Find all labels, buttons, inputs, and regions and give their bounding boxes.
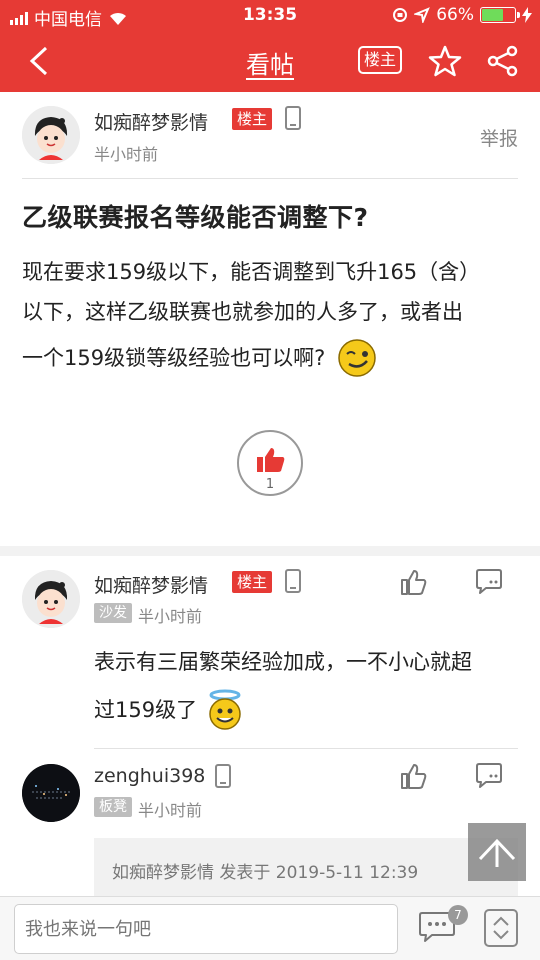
back-to-top-button[interactable] xyxy=(468,823,526,881)
like-count: 1 xyxy=(265,477,275,492)
avatar[interactable] xyxy=(22,764,80,822)
post-body-line: 现在要求159级以下，能否调整到飞升165（含） xyxy=(22,260,481,284)
charging-icon xyxy=(522,7,532,23)
angel-emoji-icon xyxy=(209,689,241,730)
reply-time: 半小时前 xyxy=(138,801,203,820)
post-body-last-line: 一个159级锁等级经验也可以啊? xyxy=(22,338,518,378)
floor-tag: 沙发 xyxy=(94,603,132,623)
comment-icon[interactable] xyxy=(474,761,504,791)
report-button[interactable]: 举报 xyxy=(480,124,518,151)
owner-only-button[interactable]: 楼主 xyxy=(358,46,402,74)
reply-content: 表示有三届繁荣经验加成，一不小心就超 过159级了 xyxy=(94,638,472,734)
author-name[interactable]: zenghui398 xyxy=(94,765,205,787)
status-bar: 中国电信 13:35 66% xyxy=(0,0,540,30)
owner-tag: 楼主 xyxy=(232,571,273,593)
reply-line: 表示有三届繁荣经验加成，一不小心就超 xyxy=(94,650,472,674)
bottom-bar: 7 xyxy=(0,896,540,960)
smirk-emoji-icon xyxy=(338,339,376,377)
post-body-line: 一个159级锁等级经验也可以啊? xyxy=(22,346,326,370)
quote-box: 如痴醉梦影情 发表于 2019-5-11 12:39 xyxy=(94,838,518,898)
share-icon[interactable] xyxy=(486,44,520,78)
avatar[interactable] xyxy=(22,570,80,628)
owner-tag: 楼主 xyxy=(232,108,273,130)
divider xyxy=(22,178,518,179)
star-icon[interactable] xyxy=(428,44,462,78)
reply-line: 过159级了 xyxy=(94,698,198,722)
post-body: 现在要求159级以下，能否调整到飞升165（含） 以下，这样乙级联赛也就参加的人… xyxy=(22,252,518,378)
mobile-icon xyxy=(215,764,231,788)
comment-count-badge: 7 xyxy=(448,905,468,925)
mobile-icon xyxy=(285,569,301,593)
reply-time: 半小时前 xyxy=(138,607,203,626)
thumbs-up-icon[interactable] xyxy=(398,761,428,791)
post-time: 半小时前 xyxy=(94,145,159,164)
scroll-toggle-icon[interactable] xyxy=(484,909,518,947)
author-name[interactable]: 如痴醉梦影情 xyxy=(94,571,208,598)
location-icon xyxy=(414,7,431,23)
arrow-up-icon xyxy=(478,838,516,867)
post-body-line: 以下，这样乙级联赛也就参加的人多了，或者出 xyxy=(22,300,463,324)
rotation-lock-icon xyxy=(393,8,408,22)
nav-bar: 看帖 楼主 xyxy=(0,30,540,92)
battery-percent: 66% xyxy=(436,5,474,25)
section-divider xyxy=(0,546,540,556)
avatar[interactable] xyxy=(22,106,80,164)
comment-icon[interactable] xyxy=(474,567,504,597)
divider xyxy=(94,748,518,749)
mobile-icon xyxy=(285,106,301,130)
comment-input[interactable] xyxy=(14,904,398,954)
thumbs-up-icon[interactable] xyxy=(398,567,428,597)
thumbs-up-icon xyxy=(257,448,285,472)
post-title: 乙级联赛报名等级能否调整下? xyxy=(22,203,369,232)
like-button[interactable]: 1 xyxy=(237,430,303,496)
floor-tag: 板凳 xyxy=(94,797,132,817)
reply-last-line: 过159级了 xyxy=(94,686,472,734)
battery-icon xyxy=(480,7,520,23)
author-name[interactable]: 如痴醉梦影情 xyxy=(94,108,208,135)
